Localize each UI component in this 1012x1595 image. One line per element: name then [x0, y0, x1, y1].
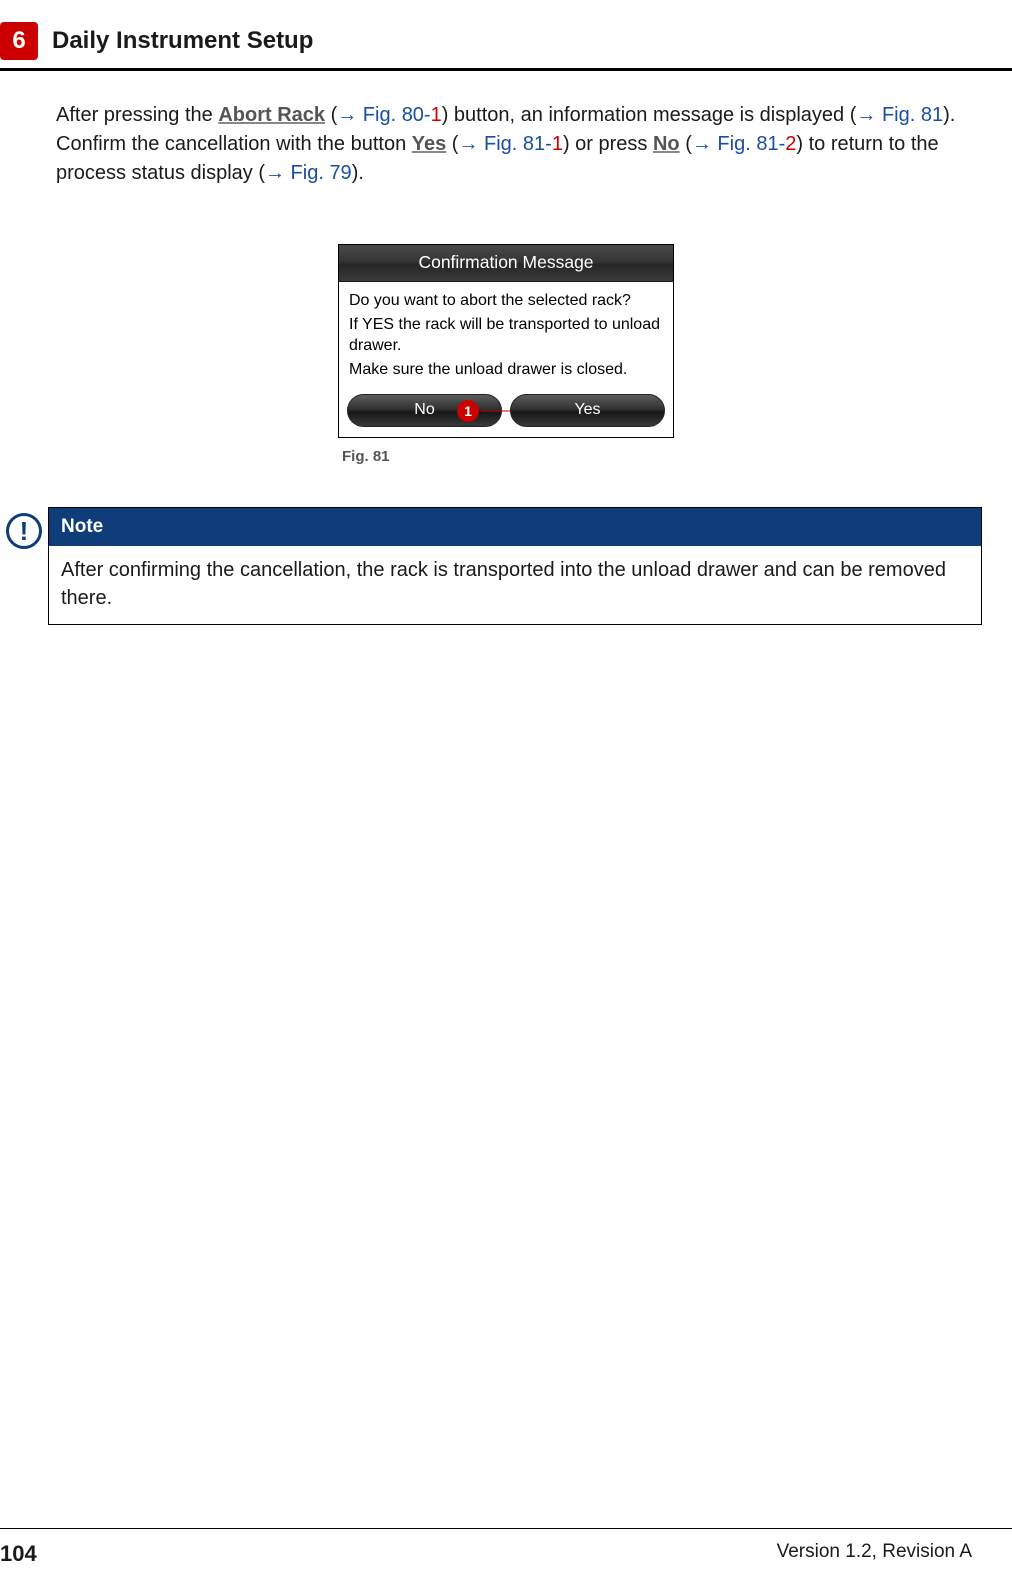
fig-ref-num: 2: [785, 133, 796, 155]
note-body: After confirming the cancellation, the r…: [49, 546, 981, 624]
version-label: Version 1.2, Revision A: [777, 1541, 972, 1567]
body-paragraph: After pressing the Abort Rack (→ Fig. 80…: [56, 101, 964, 188]
fig-ref-num: 1: [552, 133, 563, 155]
fig-ref: → Fig. 81: [856, 104, 943, 126]
dialog-screenshot: Confirmation Message Do you want to abor…: [338, 244, 674, 465]
fig-ref: → Fig. 81-: [458, 133, 551, 155]
note-block: ! Note After confirming the cancellation…: [30, 507, 982, 625]
body-text: ).: [352, 162, 364, 184]
confirmation-dialog: Confirmation Message Do you want to abor…: [338, 244, 674, 438]
chapter-title: Daily Instrument Setup: [52, 27, 313, 55]
fig-ref: → Fig. 80-: [337, 104, 430, 126]
body-text: (: [325, 104, 337, 126]
note-box: Note After confirming the cancellation, …: [48, 507, 982, 625]
body-text: After pressing the: [56, 104, 218, 126]
fig-ref-num: 1: [431, 104, 442, 126]
fig-ref: → Fig. 81-: [692, 133, 785, 155]
footer-rule: [0, 1528, 1012, 1529]
chapter-number-badge: 6: [0, 22, 38, 60]
dialog-line: If YES the rack will be transported to u…: [349, 314, 663, 357]
dialog-body: Do you want to abort the selected rack? …: [339, 282, 673, 388]
no-label: No: [653, 133, 680, 155]
callout-1: 1: [457, 400, 479, 422]
callout-line: [481, 410, 507, 411]
footer: 104 Version 1.2, Revision A: [0, 1541, 1012, 1567]
header-row: 6 Daily Instrument Setup: [0, 0, 1012, 60]
yes-button-label: Yes: [574, 401, 600, 418]
dialog-line: Make sure the unload drawer is closed.: [349, 359, 663, 381]
body-text: (: [680, 133, 692, 155]
yes-label: Yes: [412, 133, 446, 155]
abort-rack-label: Abort Rack: [218, 104, 325, 126]
note-header: Note: [49, 508, 981, 546]
yes-button[interactable]: 1 Yes: [510, 394, 665, 427]
dialog-buttons: No 2 1 Yes: [339, 388, 673, 437]
body-text: ) button, an information message is disp…: [442, 104, 857, 126]
page-number: 104: [0, 1541, 37, 1567]
note-icon: !: [6, 513, 42, 549]
figure-caption: Fig. 81: [338, 448, 674, 465]
no-button-label: No: [414, 401, 434, 418]
body-text: (: [446, 133, 458, 155]
header-rule: [0, 68, 1012, 71]
body-text: ) or press: [563, 133, 653, 155]
fig-ref: → Fig. 79: [265, 162, 352, 184]
dialog-line: Do you want to abort the selected rack?: [349, 290, 663, 312]
dialog-title: Confirmation Message: [339, 245, 673, 282]
